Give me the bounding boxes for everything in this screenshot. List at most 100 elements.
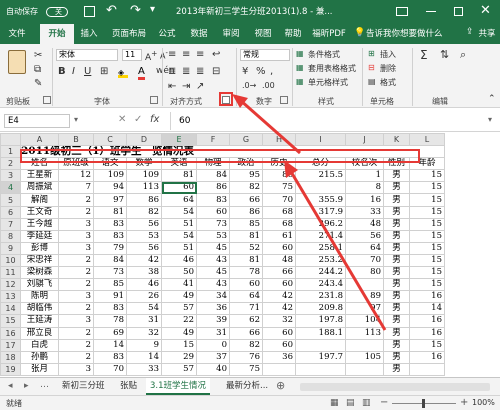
data-cell[interactable]: 张月 <box>20 362 59 376</box>
name-box[interactable]: E4 <box>4 114 70 128</box>
column-header[interactable]: I <box>295 133 346 147</box>
data-cell[interactable]: 37 <box>196 350 230 364</box>
column-header[interactable]: L <box>409 133 445 147</box>
data-cell[interactable]: 215.5 <box>295 169 346 183</box>
format-cells-button[interactable]: 格式 <box>380 77 396 88</box>
data-cell[interactable]: 109 <box>93 169 127 183</box>
row-header[interactable]: 7 <box>0 217 21 231</box>
formula-input[interactable]: 60 <box>170 112 486 130</box>
normal-view-icon[interactable]: ▦ <box>330 398 339 408</box>
align-left-icon[interactable]: ≣ <box>168 66 176 77</box>
decrease-indent-icon[interactable]: ⇤ <box>168 81 176 92</box>
data-cell[interactable]: 78 <box>93 314 127 328</box>
column-header[interactable]: G <box>229 133 263 147</box>
data-cell[interactable]: 14 <box>409 302 445 316</box>
align-bottom-icon[interactable]: ≡ <box>196 49 204 60</box>
font-color-icon[interactable]: A <box>138 66 145 80</box>
sheet-table[interactable]: A B C D E F G H I J K L 1 2011级初三（1）班学生一览情况表 2 姓名 原班级 语文数… <box>0 133 445 376</box>
data-cell[interactable]: 46 <box>161 253 197 268</box>
undo-icon[interactable]: ↶ <box>106 3 117 18</box>
data-cell[interactable]: 32 <box>126 326 162 340</box>
data-cell[interactable]: 70 <box>93 362 127 376</box>
row-header[interactable]: 14 <box>0 302 21 316</box>
data-cell[interactable]: 78 <box>229 266 263 280</box>
sheet-tab-new-class[interactable]: 新初三分班 <box>58 378 109 395</box>
sort-filter-icon[interactable]: ⇅ <box>440 48 449 61</box>
paste-icon[interactable] <box>8 50 26 74</box>
maximize-icon[interactable] <box>454 7 463 16</box>
data-cell[interactable]: 60 <box>262 278 296 292</box>
data-cell[interactable]: 258.1 <box>295 241 346 255</box>
data-cell[interactable]: 3 <box>58 362 94 376</box>
tab-foxit-pdf[interactable]: 福昕PDF <box>308 24 350 44</box>
data-cell[interactable]: 2 <box>58 302 94 316</box>
align-top-icon[interactable]: ≡ <box>168 49 176 60</box>
data-cell[interactable]: 梁树森 <box>20 266 59 280</box>
cell-style-button[interactable]: 单元格样式 <box>308 77 348 88</box>
page-layout-view-icon[interactable]: ▤ <box>346 398 355 408</box>
find-select-icon[interactable]: ⌕ <box>460 48 466 62</box>
percent-icon[interactable]: % <box>256 66 266 77</box>
data-cell[interactable]: 李延廷 <box>20 229 59 243</box>
data-cell[interactable]: 83 <box>93 229 127 243</box>
data-cell[interactable]: 男 <box>383 241 410 255</box>
data-cell[interactable]: 彭博 <box>20 241 59 255</box>
column-header[interactable]: C <box>93 133 127 147</box>
data-cell[interactable]: 男 <box>383 253 410 268</box>
merge-center-icon[interactable]: ⊟ <box>212 66 220 77</box>
data-cell[interactable]: 34 <box>196 290 230 304</box>
data-cell[interactable]: 2 <box>58 193 94 207</box>
data-cell[interactable]: 57 <box>161 362 197 376</box>
data-cell[interactable]: 男 <box>383 217 410 231</box>
bold-icon[interactable]: B <box>58 66 66 77</box>
data-cell[interactable]: 38 <box>126 266 162 280</box>
data-cell[interactable]: 16 <box>409 290 445 304</box>
data-cell[interactable]: 男 <box>383 314 410 328</box>
data-cell[interactable]: 33 <box>345 205 384 219</box>
data-cell[interactable]: 2 <box>58 205 94 219</box>
data-cell[interactable]: 15 <box>409 217 445 231</box>
data-cell[interactable]: 109 <box>126 169 162 183</box>
data-cell[interactable]: 2 <box>58 350 94 364</box>
data-cell[interactable]: 54 <box>161 229 197 243</box>
row-header[interactable]: 11 <box>0 266 21 280</box>
data-cell[interactable]: 54 <box>161 205 197 219</box>
data-cell[interactable]: 317.9 <box>295 205 346 219</box>
zoom-in-icon[interactable]: + <box>460 397 468 408</box>
data-cell[interactable]: 周振斌 <box>20 181 59 195</box>
column-header[interactable]: F <box>196 133 230 147</box>
data-cell[interactable]: 16 <box>409 326 445 340</box>
data-cell[interactable]: 80 <box>262 169 296 183</box>
data-cell[interactable]: 男 <box>383 229 410 243</box>
data-cell[interactable]: 3 <box>58 314 94 328</box>
data-cell[interactable]: 男 <box>383 326 410 340</box>
data-cell[interactable]: 15 <box>409 181 445 195</box>
data-cell[interactable]: 253.2 <box>295 253 346 268</box>
data-cell[interactable]: 9 <box>126 338 162 352</box>
row-header[interactable]: 15 <box>0 314 21 328</box>
data-cell[interactable] <box>295 362 346 376</box>
data-cell[interactable]: 60 <box>196 205 230 219</box>
data-cell[interactable]: 15 <box>409 241 445 255</box>
ribbon-display-icon[interactable] <box>396 7 408 16</box>
clipboard-dialog-launcher[interactable] <box>43 96 51 104</box>
data-cell[interactable]: 54 <box>126 302 162 316</box>
data-cell[interactable]: 60 <box>161 181 197 195</box>
data-cell[interactable]: 53 <box>196 229 230 243</box>
data-cell[interactable]: 243.4 <box>295 278 346 292</box>
data-cell[interactable]: 胡临伟 <box>20 302 59 316</box>
copy-icon[interactable]: ⧉ <box>34 64 41 75</box>
data-cell[interactable]: 26 <box>126 290 162 304</box>
expand-formula-icon[interactable]: ▾ <box>488 115 492 124</box>
data-cell[interactable]: 76 <box>229 350 263 364</box>
collapse-ribbon-icon[interactable]: ⌃ <box>488 94 496 104</box>
zoom-level[interactable]: 100% <box>472 398 495 407</box>
data-cell[interactable]: 45 <box>196 266 230 280</box>
data-cell[interactable]: 3 <box>58 217 94 231</box>
sheet-tab-class-31[interactable]: 3.1班学生情况 <box>146 378 211 395</box>
data-cell[interactable]: 29 <box>161 350 197 364</box>
quick-access-more-icon[interactable]: ▾ <box>150 4 155 15</box>
more-sheets-icon[interactable]: … <box>40 380 49 390</box>
data-cell[interactable]: 355.9 <box>295 193 346 207</box>
data-cell[interactable]: 69 <box>93 326 127 340</box>
